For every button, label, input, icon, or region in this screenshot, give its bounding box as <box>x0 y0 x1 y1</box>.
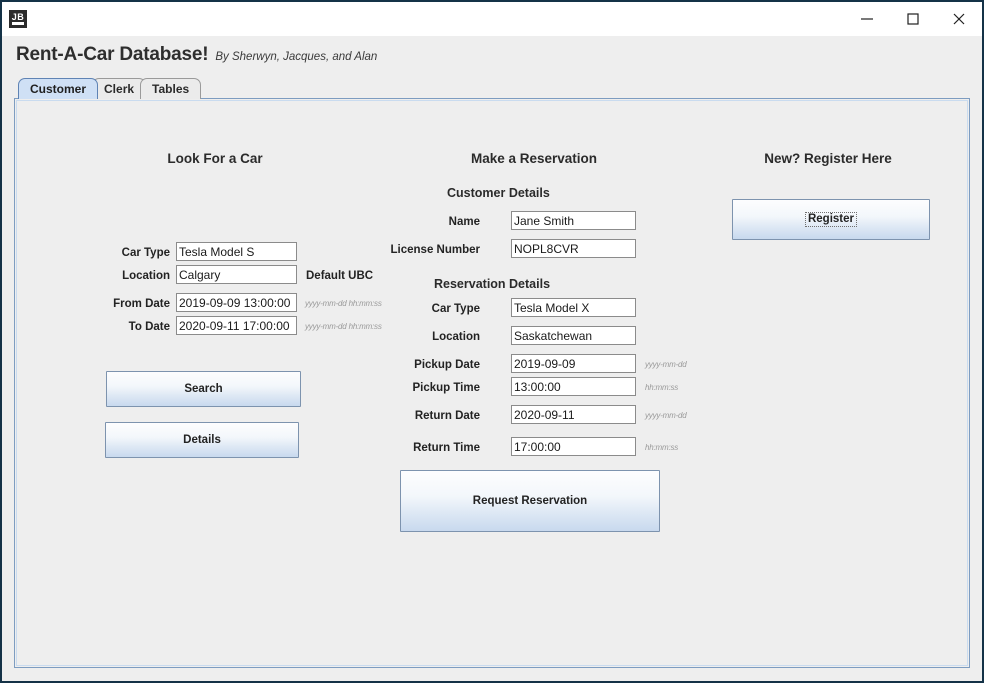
pickup-time-label: Pickup Time <box>412 382 480 394</box>
search-car-type-input[interactable] <box>176 242 297 261</box>
pickup-date-input[interactable] <box>511 354 636 373</box>
page-title: Rent-A-Car Database! <box>16 44 209 65</box>
return-date-hint: yyyy-mm-dd <box>645 411 687 420</box>
reservation-panel-title: Make a Reservation <box>470 151 598 166</box>
return-date-input[interactable] <box>511 405 636 424</box>
reservation-license-input[interactable] <box>511 239 636 258</box>
search-to-date-input[interactable] <box>176 316 297 335</box>
customer-details-heading: Customer Details <box>447 186 550 200</box>
search-car-type-label: Car Type <box>121 247 170 259</box>
title-bar: JB <box>2 2 982 36</box>
search-location-input[interactable] <box>176 265 297 284</box>
register-button-label: Register <box>804 212 858 227</box>
search-to-date-hint: yyyy-mm-dd hh:mm:ss <box>305 322 382 331</box>
reservation-car-type-label: Car Type <box>431 303 480 315</box>
tab-customer-label: Customer <box>30 82 87 96</box>
close-button[interactable] <box>936 2 982 36</box>
reservation-location-input[interactable] <box>511 326 636 345</box>
return-date-label: Return Date <box>414 410 480 422</box>
search-button-label: Search <box>184 383 223 395</box>
window-controls <box>844 2 982 36</box>
search-from-date-input[interactable] <box>176 293 297 312</box>
tab-tables-label: Tables <box>152 82 190 96</box>
tab-bar: Customer Clerk Tables <box>16 76 982 99</box>
default-location-label: Default UBC <box>306 270 374 282</box>
app-window: JB Rent-A-Car Database! By Sherwyn, Jacq… <box>0 0 984 683</box>
request-reservation-label: Request Reservation <box>472 495 588 507</box>
register-button[interactable]: Register <box>732 199 930 240</box>
reservation-car-type-input[interactable] <box>511 298 636 317</box>
jb-app-icon: JB <box>9 10 27 28</box>
byline: By Sherwyn, Jacques, and Alan <box>215 51 378 63</box>
search-panel-title: Look For a Car <box>167 151 263 166</box>
tab-clerk[interactable]: Clerk <box>92 78 147 99</box>
search-location-label: Location <box>122 270 170 282</box>
maximize-button[interactable] <box>890 2 936 36</box>
request-reservation-button[interactable]: Request Reservation <box>400 470 660 532</box>
reservation-details-heading: Reservation Details <box>434 277 551 291</box>
search-button[interactable]: Search <box>106 371 301 407</box>
reservation-name-input[interactable] <box>511 211 636 230</box>
pickup-time-input[interactable] <box>511 377 636 396</box>
customer-tab-panel: Look For a Car Car Type Location Default… <box>14 98 970 668</box>
tab-clerk-label: Clerk <box>104 82 135 96</box>
pickup-date-hint: yyyy-mm-dd <box>645 360 687 369</box>
pickup-date-label: Pickup Date <box>414 359 480 371</box>
app-header: Rent-A-Car Database! By Sherwyn, Jacques… <box>2 36 982 99</box>
reservation-location-label: Location <box>432 331 480 343</box>
register-panel-title: New? Register Here <box>764 151 892 166</box>
tab-customer[interactable]: Customer <box>18 78 99 99</box>
return-time-input[interactable] <box>511 437 636 456</box>
pickup-time-hint: hh:mm:ss <box>645 383 679 392</box>
details-button-label: Details <box>183 434 221 446</box>
minimize-button[interactable] <box>844 2 890 36</box>
reservation-license-label: License Number <box>390 244 480 256</box>
tab-tables[interactable]: Tables <box>140 78 202 99</box>
title-row: Rent-A-Car Database! By Sherwyn, Jacques… <box>16 44 982 70</box>
search-to-date-label: To Date <box>128 321 170 333</box>
return-time-hint: hh:mm:ss <box>645 443 679 452</box>
details-button[interactable]: Details <box>105 422 299 458</box>
reservation-name-label: Name <box>448 216 480 228</box>
search-from-date-label: From Date <box>113 298 170 310</box>
return-time-label: Return Time <box>413 442 480 454</box>
